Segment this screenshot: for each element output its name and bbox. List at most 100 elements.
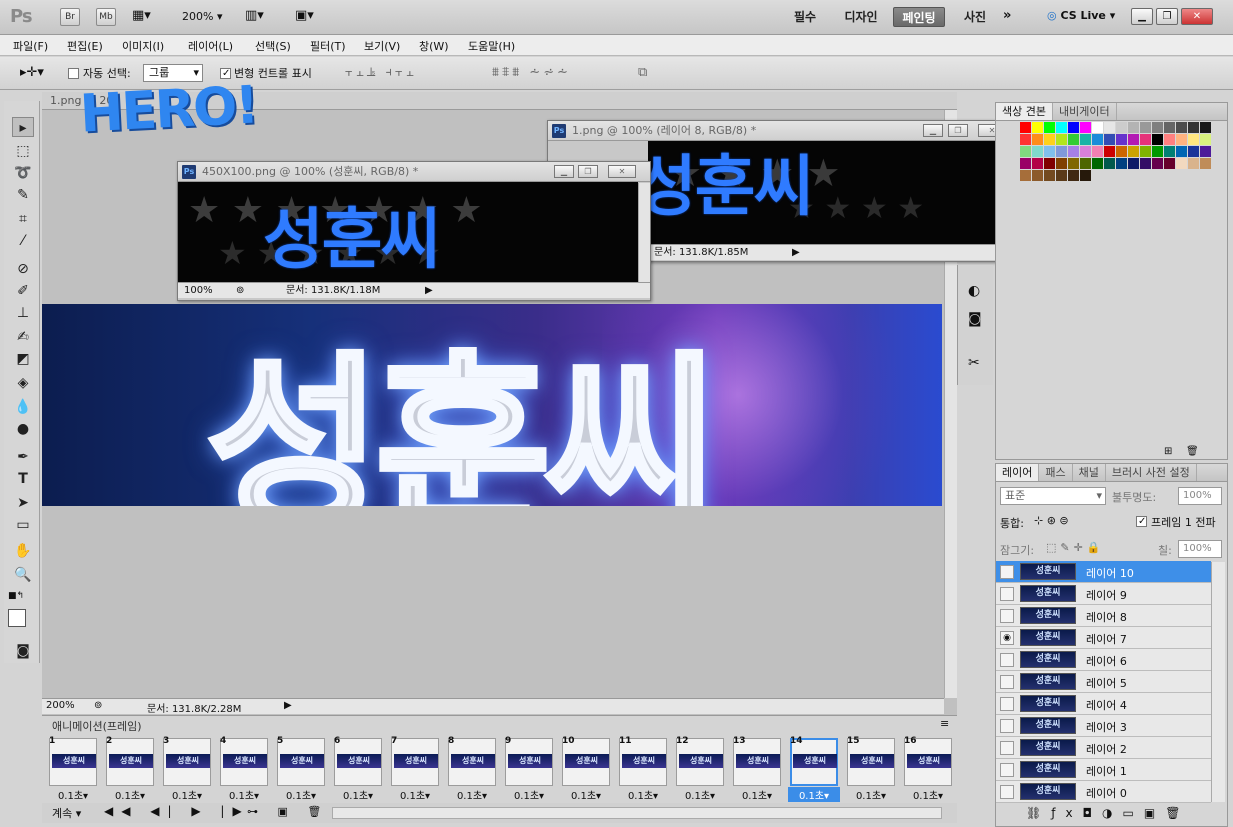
color-swatch[interactable] (1068, 122, 1079, 133)
frame-delay-dropdown[interactable]: 0.1초▾ (845, 787, 897, 802)
color-swatch[interactable] (1104, 146, 1115, 157)
bridge-button[interactable]: Br (60, 8, 80, 26)
history-brush-icon[interactable]: ✍ (12, 327, 34, 347)
document-window-2-title[interactable]: Ps 450X100.png @ 100% (성훈씨, RGB/8) * ▁ ❐ … (178, 162, 650, 182)
unify-icons[interactable]: ⊹ ⊛ ⊜ (1034, 514, 1069, 527)
frame-delay-dropdown[interactable]: 0.1초▾ (617, 787, 669, 802)
layer-visibility-eye-icon[interactable] (1000, 675, 1014, 689)
crop-tool-icon[interactable]: ⌗ (12, 209, 34, 229)
color-swatch[interactable] (1140, 158, 1151, 169)
color-swatch[interactable] (1200, 146, 1211, 157)
frame-delay-dropdown[interactable]: 0.1초▾ (332, 787, 384, 802)
menu-file[interactable]: 파일(F) (13, 38, 48, 54)
color-swatch[interactable] (1044, 122, 1055, 133)
color-swatch[interactable] (1188, 122, 1199, 133)
color-swatch[interactable] (1140, 134, 1151, 145)
animation-frame[interactable]: 3 성훈씨 0.1초▾ (161, 736, 213, 802)
color-swatch[interactable] (1188, 134, 1199, 145)
document-window-1-title[interactable]: Ps 1.png @ 100% (레이어 8, RGB/8) * ▁ ❐ ✕ (548, 121, 1018, 141)
paint-bucket-icon[interactable]: ◈ (12, 373, 34, 393)
layer-row[interactable]: 성훈씨 레이어 10 (996, 561, 1211, 583)
main-zoom-field[interactable]: 200% (46, 700, 75, 711)
layer-row[interactable]: 성훈씨 레이어 4 (996, 693, 1211, 715)
move-tool-preset-icon[interactable]: ▸✛▾ (20, 65, 44, 80)
frame-delay-dropdown[interactable]: 0.1초▾ (218, 787, 270, 802)
menu-edit[interactable]: 편집(E) (67, 38, 103, 54)
color-swatch[interactable] (1116, 146, 1127, 157)
frame-delay-dropdown[interactable]: 0.1초▾ (161, 787, 213, 802)
color-swatch[interactable] (1200, 158, 1211, 169)
frame-delay-dropdown[interactable]: 0.1초▾ (902, 787, 954, 802)
color-swatch[interactable] (1104, 122, 1115, 133)
arrange-documents-icon[interactable]: ▥▾ (245, 8, 264, 23)
color-swatch[interactable] (1080, 146, 1091, 157)
layer-visibility-eye-icon[interactable] (1000, 653, 1014, 667)
color-swatch[interactable] (1116, 122, 1127, 133)
color-swatch[interactable] (1176, 134, 1187, 145)
doc1-restore-button[interactable]: ❐ (948, 124, 968, 137)
color-swatch[interactable] (1176, 146, 1187, 157)
frame-delay-dropdown[interactable]: 0.1초▾ (104, 787, 156, 802)
animation-panel-title[interactable]: 애니메이션(프레임) (52, 718, 142, 734)
doc1-minimize-button[interactable]: ▁ (923, 124, 943, 137)
frame-delay-dropdown[interactable]: 0.1초▾ (47, 787, 99, 802)
color-swatch[interactable] (1128, 134, 1139, 145)
layer-row[interactable]: 성훈씨 레이어 8 (996, 605, 1211, 627)
menu-image[interactable]: 이미지(I) (122, 38, 164, 54)
color-swatch[interactable] (1104, 158, 1115, 169)
color-swatch[interactable] (1080, 122, 1091, 133)
doc2-status-arrow[interactable]: ▶ (425, 283, 433, 298)
color-swatch[interactable] (1068, 134, 1079, 145)
animation-frame[interactable]: 10 성훈씨 0.1초▾ (560, 736, 612, 802)
document-window-1-canvas[interactable]: ★ ★ ★ ★ ★ ★ ★ ★ 성훈씨 (648, 141, 1003, 244)
path-selection-icon[interactable]: ➤ (12, 493, 34, 513)
tools-preset-icon[interactable]: ✂ (968, 355, 980, 371)
doc2-scrollbar[interactable] (638, 183, 650, 283)
color-swatch[interactable] (1152, 158, 1163, 169)
document-window-2-canvas[interactable]: ★ ★ ★ ★ ★ ★ ★ ★ ★ ★ ★ ★ ★ 성훈씨 (178, 182, 638, 282)
healing-brush-icon[interactable]: ⊘ (12, 259, 34, 279)
layer-visibility-eye-icon[interactable] (1000, 719, 1014, 733)
color-swatch[interactable] (1080, 134, 1091, 145)
color-swatch[interactable] (1068, 170, 1079, 181)
color-swatch[interactable] (1164, 146, 1175, 157)
layer-row[interactable]: 성훈씨 레이어 9 (996, 583, 1211, 605)
tab-swatches[interactable]: 색상 견본 (996, 103, 1053, 120)
quick-select-tool-icon[interactable]: ✎ (12, 185, 34, 205)
color-swatch[interactable] (1116, 158, 1127, 169)
doc2-restore-button[interactable]: ❐ (578, 165, 598, 178)
layer-visibility-eye-icon[interactable] (1000, 565, 1014, 579)
menu-help[interactable]: 도움말(H) (468, 38, 515, 54)
animation-frame[interactable]: 9 성훈씨 0.1초▾ (503, 736, 555, 802)
screen-mode-icon[interactable]: ▣▾ (295, 8, 314, 23)
doc2-status-icon[interactable]: ⊚ (236, 283, 244, 298)
swatch-grid[interactable] (1020, 122, 1212, 206)
color-swatch[interactable] (1020, 134, 1031, 145)
frame-delay-dropdown[interactable]: 0.1초▾ (503, 787, 555, 802)
color-swatch[interactable] (1020, 122, 1031, 133)
animation-frame[interactable]: 15 성훈씨 0.1초▾ (845, 736, 897, 802)
animation-frame[interactable]: 2 성훈씨 0.1초▾ (104, 736, 156, 802)
color-swatch[interactable] (1188, 146, 1199, 157)
workspace-painting[interactable]: 페인팅 (893, 7, 945, 27)
animation-panel-menu-icon[interactable]: ≡ (940, 717, 949, 730)
layer-visibility-eye-icon[interactable] (1000, 697, 1014, 711)
doc1-status-arrow[interactable]: ▶ (792, 245, 800, 260)
main-status-icon[interactable]: ⊚ (94, 700, 102, 711)
doc2-zoom[interactable]: 100% (184, 283, 213, 298)
frame-delay-dropdown[interactable]: 0.1초▾ (674, 787, 726, 802)
animation-frame[interactable]: 11 성훈씨 0.1초▾ (617, 736, 669, 802)
restore-button[interactable]: ❐ (1156, 8, 1178, 25)
eyedropper-tool-icon[interactable]: ⁄ (12, 231, 34, 251)
frame-delay-dropdown[interactable]: 0.1초▾ (560, 787, 612, 802)
menu-select[interactable]: 선택(S) (255, 38, 291, 54)
mini-bridge-button[interactable]: Mb (96, 8, 116, 26)
animation-frame[interactable]: 1 성훈씨 0.1초▾ (47, 736, 99, 802)
foreground-color-swatch[interactable] (8, 609, 26, 627)
color-swatch[interactable] (1152, 146, 1163, 157)
color-swatch[interactable] (1020, 146, 1031, 157)
tab-brush-presets[interactable]: 브러시 사전 설정 (1106, 464, 1197, 481)
zoom-tool-icon[interactable]: 🔍 (12, 565, 34, 585)
color-swatch[interactable] (1056, 170, 1067, 181)
layer-visibility-eye-icon[interactable] (1000, 587, 1014, 601)
